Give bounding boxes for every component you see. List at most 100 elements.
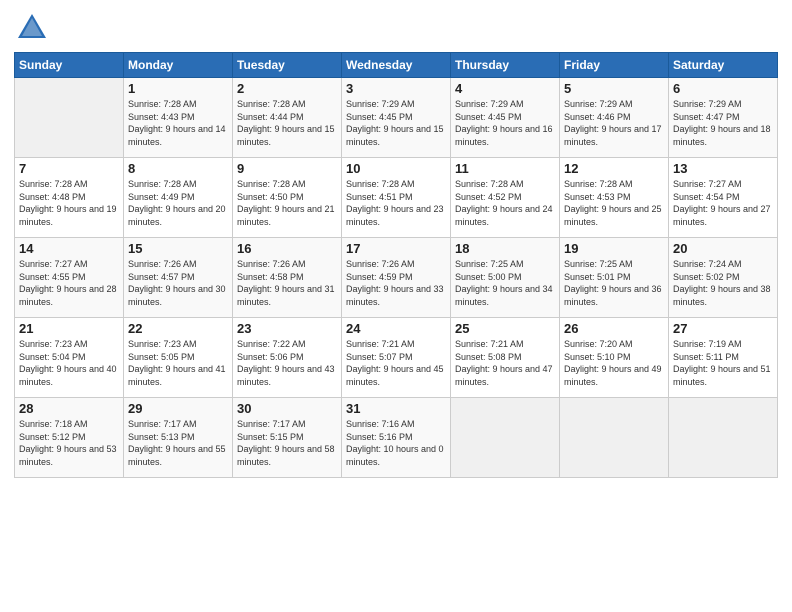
day-detail: Sunrise: 7:22 AMSunset: 5:06 PMDaylight:… — [237, 338, 337, 388]
weekday-header: Friday — [560, 53, 669, 78]
day-detail: Sunrise: 7:28 AMSunset: 4:48 PMDaylight:… — [19, 178, 119, 228]
weekday-header: Wednesday — [342, 53, 451, 78]
page: SundayMondayTuesdayWednesdayThursdayFrid… — [0, 0, 792, 612]
day-detail: Sunrise: 7:26 AMSunset: 4:58 PMDaylight:… — [237, 258, 337, 308]
day-detail: Sunrise: 7:28 AMSunset: 4:49 PMDaylight:… — [128, 178, 228, 228]
day-number: 8 — [128, 161, 228, 176]
calendar-day-cell: 25 Sunrise: 7:21 AMSunset: 5:08 PMDaylig… — [451, 318, 560, 398]
day-number: 11 — [455, 161, 555, 176]
day-detail: Sunrise: 7:29 AMSunset: 4:45 PMDaylight:… — [346, 98, 446, 148]
day-detail: Sunrise: 7:26 AMSunset: 4:57 PMDaylight:… — [128, 258, 228, 308]
calendar-day-cell: 11 Sunrise: 7:28 AMSunset: 4:52 PMDaylig… — [451, 158, 560, 238]
day-number: 15 — [128, 241, 228, 256]
calendar-day-cell: 29 Sunrise: 7:17 AMSunset: 5:13 PMDaylig… — [124, 398, 233, 478]
day-detail: Sunrise: 7:17 AMSunset: 5:13 PMDaylight:… — [128, 418, 228, 468]
day-number: 28 — [19, 401, 119, 416]
day-number: 16 — [237, 241, 337, 256]
calendar-week-row: 14 Sunrise: 7:27 AMSunset: 4:55 PMDaylig… — [15, 238, 778, 318]
day-number: 21 — [19, 321, 119, 336]
header — [14, 10, 778, 46]
calendar-day-cell — [560, 398, 669, 478]
calendar-day-cell: 21 Sunrise: 7:23 AMSunset: 5:04 PMDaylig… — [15, 318, 124, 398]
day-number: 7 — [19, 161, 119, 176]
calendar-day-cell: 16 Sunrise: 7:26 AMSunset: 4:58 PMDaylig… — [233, 238, 342, 318]
day-number: 22 — [128, 321, 228, 336]
day-number: 31 — [346, 401, 446, 416]
day-detail: Sunrise: 7:28 AMSunset: 4:53 PMDaylight:… — [564, 178, 664, 228]
day-detail: Sunrise: 7:21 AMSunset: 5:08 PMDaylight:… — [455, 338, 555, 388]
day-detail: Sunrise: 7:28 AMSunset: 4:44 PMDaylight:… — [237, 98, 337, 148]
day-number: 4 — [455, 81, 555, 96]
day-number: 10 — [346, 161, 446, 176]
day-number: 9 — [237, 161, 337, 176]
day-number: 6 — [673, 81, 773, 96]
day-number: 23 — [237, 321, 337, 336]
day-detail: Sunrise: 7:28 AMSunset: 4:52 PMDaylight:… — [455, 178, 555, 228]
day-detail: Sunrise: 7:19 AMSunset: 5:11 PMDaylight:… — [673, 338, 773, 388]
weekday-header: Saturday — [669, 53, 778, 78]
day-number: 2 — [237, 81, 337, 96]
calendar-day-cell: 12 Sunrise: 7:28 AMSunset: 4:53 PMDaylig… — [560, 158, 669, 238]
calendar-day-cell: 27 Sunrise: 7:19 AMSunset: 5:11 PMDaylig… — [669, 318, 778, 398]
day-number: 27 — [673, 321, 773, 336]
day-detail: Sunrise: 7:25 AMSunset: 5:01 PMDaylight:… — [564, 258, 664, 308]
calendar-day-cell: 31 Sunrise: 7:16 AMSunset: 5:16 PMDaylig… — [342, 398, 451, 478]
day-detail: Sunrise: 7:24 AMSunset: 5:02 PMDaylight:… — [673, 258, 773, 308]
calendar-header: SundayMondayTuesdayWednesdayThursdayFrid… — [15, 53, 778, 78]
day-detail: Sunrise: 7:23 AMSunset: 5:05 PMDaylight:… — [128, 338, 228, 388]
calendar-day-cell: 10 Sunrise: 7:28 AMSunset: 4:51 PMDaylig… — [342, 158, 451, 238]
day-detail: Sunrise: 7:27 AMSunset: 4:54 PMDaylight:… — [673, 178, 773, 228]
weekday-header: Monday — [124, 53, 233, 78]
calendar-day-cell: 7 Sunrise: 7:28 AMSunset: 4:48 PMDayligh… — [15, 158, 124, 238]
weekday-row: SundayMondayTuesdayWednesdayThursdayFrid… — [15, 53, 778, 78]
calendar-table: SundayMondayTuesdayWednesdayThursdayFrid… — [14, 52, 778, 478]
day-detail: Sunrise: 7:26 AMSunset: 4:59 PMDaylight:… — [346, 258, 446, 308]
logo — [14, 10, 54, 46]
calendar-day-cell: 1 Sunrise: 7:28 AMSunset: 4:43 PMDayligh… — [124, 78, 233, 158]
day-detail: Sunrise: 7:16 AMSunset: 5:16 PMDaylight:… — [346, 418, 446, 468]
calendar-day-cell: 19 Sunrise: 7:25 AMSunset: 5:01 PMDaylig… — [560, 238, 669, 318]
calendar-day-cell: 20 Sunrise: 7:24 AMSunset: 5:02 PMDaylig… — [669, 238, 778, 318]
day-number: 1 — [128, 81, 228, 96]
calendar-day-cell: 3 Sunrise: 7:29 AMSunset: 4:45 PMDayligh… — [342, 78, 451, 158]
calendar-day-cell: 15 Sunrise: 7:26 AMSunset: 4:57 PMDaylig… — [124, 238, 233, 318]
day-detail: Sunrise: 7:29 AMSunset: 4:45 PMDaylight:… — [455, 98, 555, 148]
day-detail: Sunrise: 7:28 AMSunset: 4:50 PMDaylight:… — [237, 178, 337, 228]
calendar-day-cell: 8 Sunrise: 7:28 AMSunset: 4:49 PMDayligh… — [124, 158, 233, 238]
calendar-day-cell: 30 Sunrise: 7:17 AMSunset: 5:15 PMDaylig… — [233, 398, 342, 478]
day-number: 18 — [455, 241, 555, 256]
day-detail: Sunrise: 7:28 AMSunset: 4:51 PMDaylight:… — [346, 178, 446, 228]
calendar-day-cell: 17 Sunrise: 7:26 AMSunset: 4:59 PMDaylig… — [342, 238, 451, 318]
day-number: 29 — [128, 401, 228, 416]
day-detail: Sunrise: 7:23 AMSunset: 5:04 PMDaylight:… — [19, 338, 119, 388]
calendar-day-cell — [15, 78, 124, 158]
day-number: 30 — [237, 401, 337, 416]
day-number: 12 — [564, 161, 664, 176]
calendar-day-cell: 9 Sunrise: 7:28 AMSunset: 4:50 PMDayligh… — [233, 158, 342, 238]
day-detail: Sunrise: 7:28 AMSunset: 4:43 PMDaylight:… — [128, 98, 228, 148]
calendar-week-row: 21 Sunrise: 7:23 AMSunset: 5:04 PMDaylig… — [15, 318, 778, 398]
day-detail: Sunrise: 7:17 AMSunset: 5:15 PMDaylight:… — [237, 418, 337, 468]
calendar-day-cell: 24 Sunrise: 7:21 AMSunset: 5:07 PMDaylig… — [342, 318, 451, 398]
calendar-day-cell: 22 Sunrise: 7:23 AMSunset: 5:05 PMDaylig… — [124, 318, 233, 398]
calendar-day-cell: 4 Sunrise: 7:29 AMSunset: 4:45 PMDayligh… — [451, 78, 560, 158]
day-number: 13 — [673, 161, 773, 176]
day-number: 5 — [564, 81, 664, 96]
calendar-day-cell: 6 Sunrise: 7:29 AMSunset: 4:47 PMDayligh… — [669, 78, 778, 158]
calendar-day-cell: 23 Sunrise: 7:22 AMSunset: 5:06 PMDaylig… — [233, 318, 342, 398]
calendar-week-row: 1 Sunrise: 7:28 AMSunset: 4:43 PMDayligh… — [15, 78, 778, 158]
calendar-day-cell: 28 Sunrise: 7:18 AMSunset: 5:12 PMDaylig… — [15, 398, 124, 478]
day-number: 17 — [346, 241, 446, 256]
calendar-week-row: 28 Sunrise: 7:18 AMSunset: 5:12 PMDaylig… — [15, 398, 778, 478]
day-number: 26 — [564, 321, 664, 336]
day-detail: Sunrise: 7:29 AMSunset: 4:46 PMDaylight:… — [564, 98, 664, 148]
day-number: 3 — [346, 81, 446, 96]
day-number: 19 — [564, 241, 664, 256]
calendar-day-cell: 18 Sunrise: 7:25 AMSunset: 5:00 PMDaylig… — [451, 238, 560, 318]
calendar-day-cell: 5 Sunrise: 7:29 AMSunset: 4:46 PMDayligh… — [560, 78, 669, 158]
day-detail: Sunrise: 7:25 AMSunset: 5:00 PMDaylight:… — [455, 258, 555, 308]
calendar-day-cell: 26 Sunrise: 7:20 AMSunset: 5:10 PMDaylig… — [560, 318, 669, 398]
day-detail: Sunrise: 7:21 AMSunset: 5:07 PMDaylight:… — [346, 338, 446, 388]
day-number: 20 — [673, 241, 773, 256]
calendar-day-cell: 13 Sunrise: 7:27 AMSunset: 4:54 PMDaylig… — [669, 158, 778, 238]
